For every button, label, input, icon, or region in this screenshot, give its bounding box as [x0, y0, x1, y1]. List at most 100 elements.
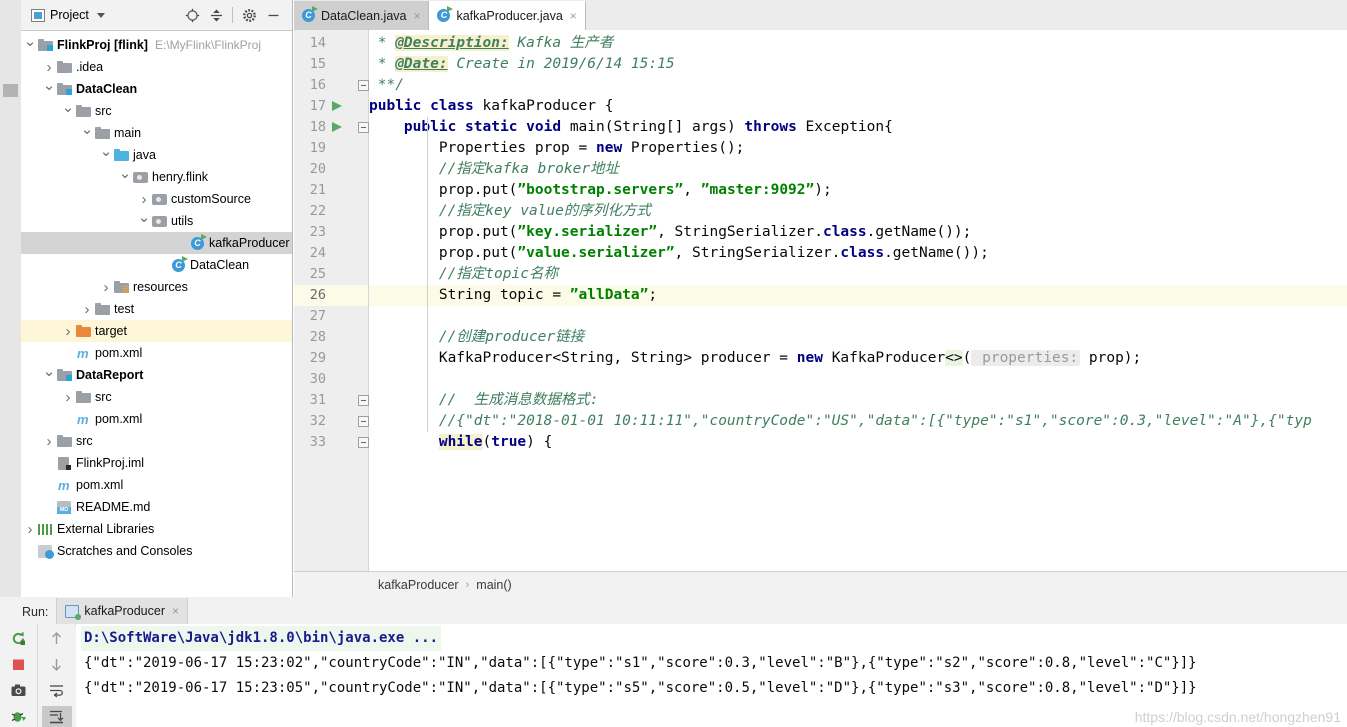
tree-item-pom-xml[interactable]: m pom.xml [21, 474, 292, 496]
tree-item-main[interactable]: ⌄ main [21, 122, 292, 144]
code-line-20[interactable]: //指定kafka broker地址 [369, 159, 619, 180]
gutter-line-21[interactable]: 21 [294, 180, 368, 201]
tree-item-datareport[interactable]: ⌄ DataReport [21, 364, 292, 386]
editor-gutter[interactable]: 14 15 16 17 18 19 20 21 22 23 24 25 26 27 28 29 30 31 32 33 [294, 30, 369, 571]
rerun-icon[interactable] [4, 628, 34, 649]
debug-icon[interactable] [4, 706, 34, 727]
gutter-line-14[interactable]: 14 [294, 33, 368, 54]
collapse-all-icon[interactable] [205, 4, 227, 26]
gutter-line-18[interactable]: 18 [294, 117, 369, 138]
tree-item-src[interactable]: › src [21, 430, 292, 452]
code-line-17[interactable]: public class kafkaProducer { [369, 96, 613, 117]
code-line-22[interactable]: //指定key value的序列化方式 [369, 201, 651, 222]
gutter-line-29[interactable]: 29 [294, 348, 368, 369]
gutter-line-27[interactable]: 27 [294, 306, 368, 327]
run-gutter-icon[interactable] [332, 101, 342, 111]
gutter-line-19[interactable]: 19 [294, 138, 368, 159]
chevron-right-icon[interactable]: › [42, 433, 56, 450]
tree-item-external-libraries[interactable]: › External Libraries [21, 518, 292, 540]
code-line-28[interactable]: //创建producer链接 [369, 327, 584, 348]
tree-item-pom-xml[interactable]: m pom.xml [21, 408, 292, 430]
tree-item-customsource[interactable]: › customSource [21, 188, 292, 210]
locate-icon[interactable] [181, 4, 203, 26]
code-line-25[interactable]: //指定topic名称 [369, 264, 558, 285]
fold-marker-icon[interactable] [358, 395, 369, 406]
chevron-down-icon[interactable] [96, 12, 105, 18]
chevron-down-icon[interactable]: ⌄ [80, 122, 94, 140]
code-line-26[interactable]: String topic = ”allData”; [369, 285, 657, 306]
code-line-19[interactable]: Properties prop = new Properties(); [369, 138, 745, 159]
gutter-line-32[interactable]: 32 [294, 411, 369, 432]
fold-marker-icon[interactable] [358, 437, 369, 448]
chevron-right-icon[interactable]: › [61, 323, 75, 340]
chevron-right-icon[interactable]: › [137, 191, 151, 208]
breadcrumb-method[interactable]: main() [476, 578, 511, 592]
tree-item-henry-flink[interactable]: ⌄ henry.flink [21, 166, 292, 188]
chevron-right-icon[interactable]: › [23, 521, 37, 538]
tree-item-dataclean[interactable]: ⌄ DataClean [21, 78, 292, 100]
gear-icon[interactable] [238, 4, 260, 26]
gutter-line-17[interactable]: 17 [294, 96, 368, 117]
chevron-down-icon[interactable]: ⌄ [42, 364, 56, 382]
code-line-15[interactable]: * @Date: Create in 2019/6/14 15:15 [369, 54, 675, 75]
tree-item-flinkproj-iml[interactable]: FlinkProj.iml [21, 452, 292, 474]
arrow-up-icon[interactable] [42, 628, 72, 649]
arrow-down-icon[interactable] [42, 654, 72, 675]
close-icon[interactable]: × [172, 604, 179, 618]
stop-icon[interactable] [4, 654, 34, 675]
chevron-down-icon[interactable]: ⌄ [118, 166, 132, 184]
code-content[interactable]: * @Description: Kafka 生产者 * @Date: Creat… [369, 30, 1347, 571]
tree-item-kafkaproducer[interactable]: CkafkaProducer [21, 232, 292, 254]
code-line-29[interactable]: KafkaProducer<String, String> producer =… [369, 348, 1141, 369]
project-tree[interactable]: ⌄ FlinkProj [flink] E:\MyFlink\FlinkProj ›.… [21, 31, 292, 597]
soft-wrap-icon[interactable] [42, 680, 72, 701]
close-icon[interactable]: × [570, 9, 577, 23]
tree-item-flinkproj-flink[interactable]: ⌄ FlinkProj [flink] E:\MyFlink\FlinkProj [21, 34, 292, 56]
chevron-right-icon[interactable]: › [61, 389, 75, 406]
chevron-down-icon[interactable]: ⌄ [137, 210, 151, 228]
chevron-down-icon[interactable]: ⌄ [23, 34, 37, 52]
minimize-icon[interactable] [262, 4, 284, 26]
code-line-31[interactable]: // 生成消息数据格式: [369, 390, 599, 411]
tree-item-pom-xml[interactable]: m pom.xml [21, 342, 292, 364]
run-gutter-icon[interactable] [332, 122, 342, 132]
chevron-right-icon[interactable]: › [80, 301, 94, 318]
gutter-line-33[interactable]: 33 [294, 432, 369, 453]
camera-icon[interactable] [4, 680, 34, 701]
tree-item-target[interactable]: › target [21, 320, 292, 342]
tree-item-idea[interactable]: › .idea [21, 56, 292, 78]
tree-item-src[interactable]: › src [21, 386, 292, 408]
tree-item-src[interactable]: ⌄ src [21, 100, 292, 122]
fold-marker-icon[interactable] [358, 122, 369, 133]
code-line-33[interactable]: while(true) { [369, 432, 552, 453]
close-icon[interactable]: × [413, 9, 420, 23]
gutter-line-24[interactable]: 24 [294, 243, 368, 264]
run-tab-kafkaproducer[interactable]: kafkaProducer × [56, 598, 189, 624]
gutter-line-22[interactable]: 22 [294, 201, 368, 222]
code-line-32[interactable]: //{"dt":"2018-01-01 10:11:11","countryCo… [369, 411, 1312, 432]
breadcrumb-class[interactable]: kafkaProducer [378, 578, 459, 592]
tree-item-resources[interactable]: › resources [21, 276, 292, 298]
gutter-line-23[interactable]: 23 [294, 222, 368, 243]
gutter-line-20[interactable]: 20 [294, 159, 368, 180]
gutter-line-31[interactable]: 31 [294, 390, 369, 411]
chevron-right-icon[interactable]: › [42, 59, 56, 76]
scroll-end-icon[interactable] [41, 706, 72, 727]
fold-marker-icon[interactable] [358, 80, 369, 91]
code-line-14[interactable]: * @Description: Kafka 生产者 [369, 33, 613, 54]
tree-item-scratches-and-consoles[interactable]: Scratches and Consoles [21, 540, 292, 562]
code-editor[interactable]: 14 15 16 17 18 19 20 21 22 23 24 25 26 27 28 29 30 31 32 33… [294, 30, 1347, 571]
gutter-line-28[interactable]: 28 [294, 327, 368, 348]
gutter-line-16[interactable]: 16 [294, 75, 369, 96]
fold-marker-icon[interactable] [358, 416, 369, 427]
chevron-down-icon[interactable]: ⌄ [61, 100, 75, 118]
code-line-21[interactable]: prop.put(”bootstrap.servers”, ”master:90… [369, 180, 832, 201]
editor-tab-dataclean-java[interactable]: C DataClean.java × [294, 1, 430, 30]
tree-item-test[interactable]: › test [21, 298, 292, 320]
gutter-line-30[interactable]: 30 [294, 369, 368, 390]
tree-item-utils[interactable]: ⌄ utils [21, 210, 292, 232]
gutter-line-26[interactable]: 26 [294, 285, 368, 306]
code-line-16[interactable]: **/ [369, 75, 404, 96]
code-line-24[interactable]: prop.put(”value.serializer”, StringSeria… [369, 243, 989, 264]
code-line-23[interactable]: prop.put(”key.serializer”, StringSeriali… [369, 222, 972, 243]
